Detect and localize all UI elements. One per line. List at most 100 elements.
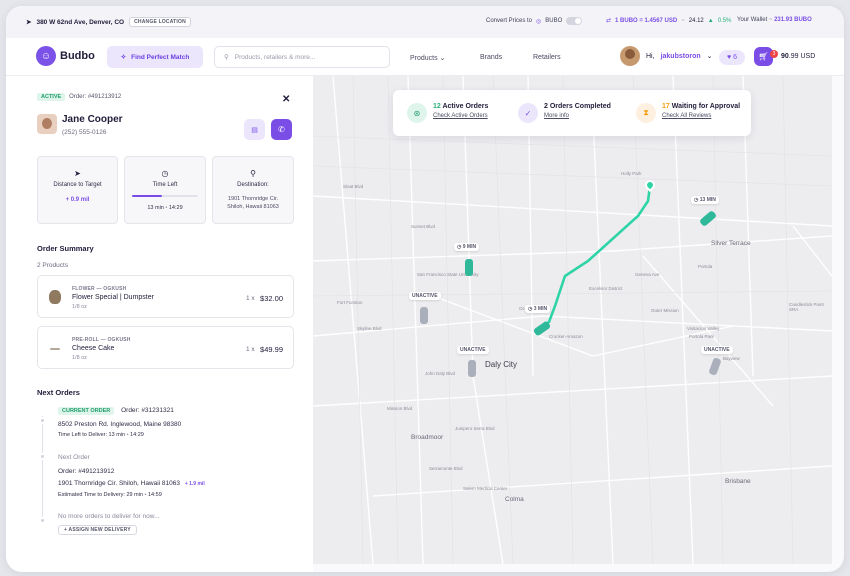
eta-pill: ◷ 13 MIN: [691, 196, 719, 204]
product-brand: OGKUSH: [107, 337, 131, 343]
delivery-map[interactable]: Daly City Broadmoor Colma Brisbane Silve…: [313, 76, 832, 564]
next-order-distance: 1.9 mil: [189, 481, 205, 487]
inactive-pill: UNACTIVE: [409, 292, 441, 300]
chevron-down-icon: ⌄: [706, 53, 713, 60]
active-label: Active Orders: [442, 103, 489, 110]
next-order-address-row: 1901 Thornridge Cir. Shiloh, Hawaii 8106…: [58, 480, 205, 487]
product-category: FLOWER: [72, 286, 95, 292]
timeline-dot: [39, 417, 46, 424]
product-qty: 1 x: [246, 295, 255, 302]
hourglass-icon: ⧗: [636, 103, 656, 123]
match-label: Find Perfect Match: [131, 53, 190, 61]
user-menu[interactable]: Hi, jakubstoron ⌄: [620, 46, 713, 66]
call-button[interactable]: ✆: [271, 119, 292, 140]
change-location-button[interactable]: CHANGE LOCATION: [129, 17, 191, 27]
map-label: Junipero Serra Blvd: [455, 426, 495, 431]
exchange-rate: ⇄ 1 BUBO = 1.4567 USD ~ 24.12 ▲ 0.5%: [606, 17, 732, 25]
clock-icon: ◷: [161, 169, 169, 178]
map-label: Colma: [505, 496, 524, 503]
eta-pill: ◷ 3 MIN: [525, 305, 551, 313]
next-time-clock: 14:59: [147, 492, 162, 498]
check-active-orders-link[interactable]: Check Active Orders: [433, 113, 488, 119]
current-order-row: CURRENT ORDER Order: #31231321: [58, 407, 174, 415]
next-order-address: 1901 Thornridge Cir. Shiloh, Hawaii 8106…: [58, 480, 181, 487]
order-panel: ACTIVE Order: #491213912 ✕ Jane Cooper (…: [6, 76, 313, 572]
map-label: Candlestick Point SRA: [789, 302, 824, 312]
nav-products-label: Products: [410, 55, 438, 62]
bubo-coin-icon: ◎: [536, 18, 542, 25]
car-icon[interactable]: [465, 259, 473, 276]
map-label: Fort Funston: [337, 300, 363, 305]
distance-label: Distance to Target: [53, 182, 102, 188]
product-size: 1/8 oz: [72, 304, 87, 310]
map-label: Holly Park: [621, 171, 642, 176]
message-button[interactable]: ▤: [244, 119, 265, 140]
product-card[interactable]: FLOWER — OGKUSH Flower Special | Dumpste…: [37, 275, 294, 318]
cart-icon: 🛒︎ 3: [754, 47, 778, 66]
location-arrow-icon: ➤: [26, 19, 32, 26]
map-label: Crocker-Amazon: [549, 334, 583, 339]
assign-delivery-button[interactable]: + ASSIGN NEW DELIVERY: [58, 525, 137, 535]
nav-retailers[interactable]: Retailers: [533, 54, 561, 61]
next-time-label: Estimated Time to Delivery:: [58, 492, 125, 498]
no-more-orders: No more orders to deliver for now...: [58, 513, 160, 520]
map-label: Geneva Ave: [635, 272, 660, 277]
eta-value: 9 MIN: [462, 244, 477, 250]
car-icon[interactable]: [420, 307, 428, 324]
convert-currency: BUBO: [545, 18, 563, 24]
convert-toggle[interactable]: [566, 17, 583, 25]
brand-logo[interactable]: ☺ Budbo: [36, 46, 95, 66]
favorites-button[interactable]: ♥ 6: [719, 50, 745, 65]
chevron-down-icon: ⌄: [439, 55, 446, 62]
map-label: Mission Blvd: [387, 406, 413, 411]
map-label: Sunset Blvd: [411, 224, 436, 229]
trend-up-icon: ▲: [707, 17, 714, 24]
active-orders-stat: ⊛ 12 Active Orders Check Active Orders: [407, 103, 488, 123]
car-icon[interactable]: [468, 360, 476, 377]
destination-line2: Shiloh, Hawaii 81063: [227, 204, 279, 210]
map-label: Skyline Blvd: [357, 326, 382, 331]
phone-icon: ✆: [278, 125, 285, 134]
time-progress-bar: [132, 195, 198, 197]
cart-total-dec: .99: [788, 53, 799, 60]
more-info-link[interactable]: More info: [544, 113, 611, 119]
delivery-icon: ⊛: [407, 103, 427, 123]
map-label: John Daly Blvd: [425, 371, 456, 376]
product-price: $49.99: [260, 345, 283, 354]
current-order-number: Order: #31231321: [121, 407, 174, 414]
map-roads: [313, 76, 832, 564]
product-size: 1/8 oz: [72, 355, 87, 361]
wallet[interactable]: Your Wallet ~ 231.93 BUBO: [737, 17, 812, 23]
inactive-pill: UNACTIVE: [701, 346, 733, 354]
check-icon: ✓: [518, 103, 538, 123]
next-orders-title: Next Orders: [37, 388, 80, 397]
timeline-dot: [39, 453, 46, 460]
product-thumbnail: [50, 348, 60, 350]
map-label: Salem Medical Center: [463, 486, 508, 491]
search-input[interactable]: ⚲ Products, retailers & more...: [214, 46, 390, 68]
product-price: $32.00: [260, 294, 283, 303]
map-label: Visitacion Valley: [687, 326, 720, 331]
nav-products[interactable]: Products ⌄: [410, 54, 445, 62]
close-icon[interactable]: ✕: [282, 94, 290, 105]
map-pin-icon: ⚲: [250, 169, 256, 178]
current-time-label: Time Left to Deliver:: [58, 432, 108, 438]
time-clock: 14:29: [168, 205, 183, 211]
next-time-min: 29 min: [126, 492, 143, 498]
nav-brands[interactable]: Brands: [480, 54, 502, 61]
map-label: Outer Mission: [651, 308, 679, 313]
product-card[interactable]: PRE-ROLL — OGKUSH Cheese Cake 1/8 oz 1 x…: [37, 326, 294, 369]
product-category: PRE-ROLL: [72, 337, 100, 343]
completed-label: 2 Orders Completed: [544, 103, 611, 110]
eta-value: 3 MIN: [533, 306, 548, 312]
order-status-row: ACTIVE Order: #491213912: [37, 93, 121, 101]
time-minutes: 13 min: [147, 205, 164, 211]
cart-count-badge: 3: [770, 50, 778, 58]
cart-button[interactable]: 🛒︎ 3 90.99 USD: [754, 47, 815, 66]
time-left-label: Time Left: [152, 182, 178, 188]
find-perfect-match-button[interactable]: ✧ Find Perfect Match: [107, 46, 203, 68]
heart-icon: ♥: [726, 54, 732, 61]
map-label: Sloat Blvd: [343, 184, 364, 189]
completed-orders-stat: ✓ 2 Orders Completed More info: [518, 103, 611, 123]
check-reviews-link[interactable]: Check All Reviews: [662, 113, 740, 119]
